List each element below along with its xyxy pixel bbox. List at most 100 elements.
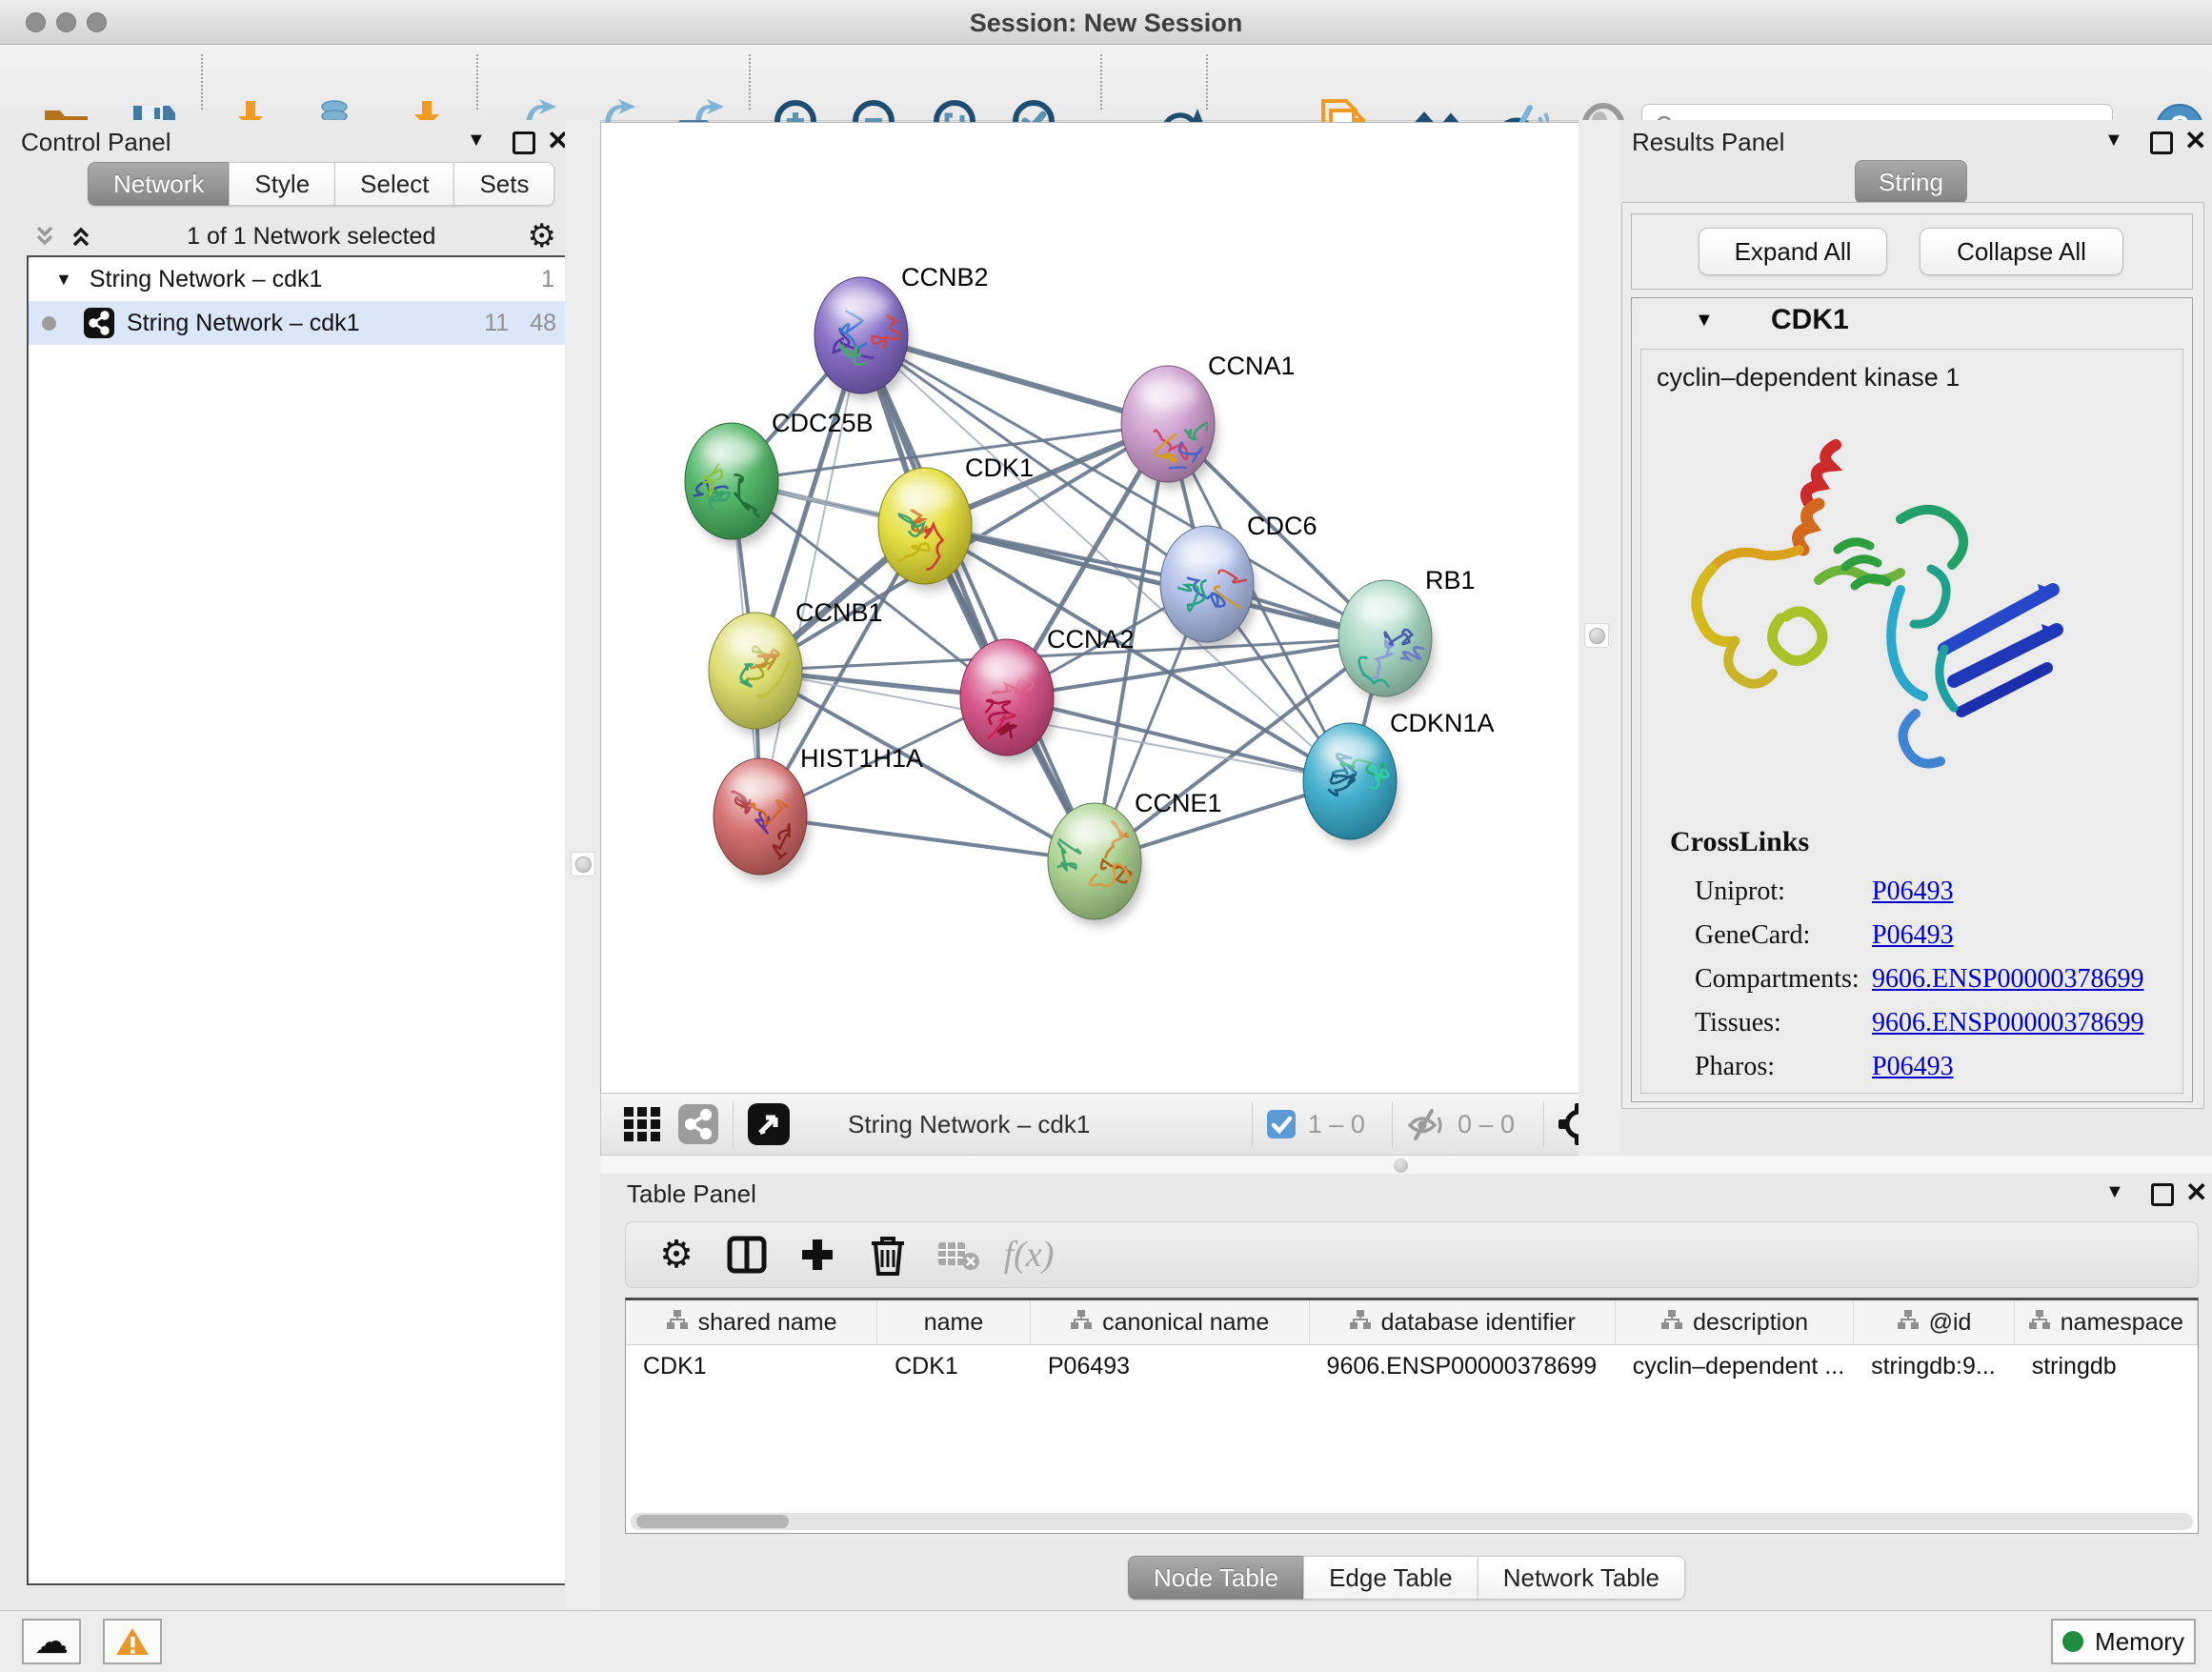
table-options-gear-icon[interactable]: ⚙ bbox=[641, 1233, 712, 1277]
table-cell[interactable]: CDK1 bbox=[877, 1345, 1031, 1388]
network-tree-root-row[interactable]: ▼ String Network – cdk1 1 bbox=[29, 257, 568, 301]
toolbar-separator bbox=[733, 1101, 734, 1147]
column-header-canonical-name[interactable]: canonical name bbox=[1031, 1300, 1310, 1344]
table-horizontal-scrollbar[interactable] bbox=[631, 1513, 2193, 1530]
toolbar-separator bbox=[1252, 1101, 1253, 1147]
table-cell[interactable]: stringdb bbox=[2015, 1345, 2198, 1388]
results-panel-collapse-icon[interactable]: ▼ bbox=[2104, 130, 2123, 151]
warnings-button[interactable] bbox=[103, 1619, 162, 1664]
network-node-CDC25B[interactable]: CDC25B bbox=[674, 409, 874, 546]
app-window: Session: New Session bbox=[0, 0, 2212, 1671]
table-cell[interactable]: 9606.ENSP00000378699 bbox=[1310, 1345, 1616, 1388]
tab-network[interactable]: Network bbox=[88, 162, 230, 206]
tab-sets[interactable]: Sets bbox=[453, 162, 554, 206]
column-header-description[interactable]: description bbox=[1616, 1300, 1854, 1344]
crosslink-link[interactable]: 9606.ENSP00000378699 bbox=[1872, 964, 2143, 995]
tab-string[interactable]: String bbox=[1855, 160, 1967, 204]
network-node-CCNA1[interactable]: CCNA1 bbox=[1121, 352, 1296, 489]
table-cell[interactable]: P06493 bbox=[1031, 1345, 1310, 1388]
node-label-RB1: RB1 bbox=[1425, 566, 1476, 594]
network-item-label: String Network – cdk1 bbox=[127, 310, 360, 337]
column-header-namespace[interactable]: namespace bbox=[2015, 1300, 2198, 1344]
grid-view-icon[interactable] bbox=[622, 1103, 664, 1145]
horizontal-splitter[interactable] bbox=[600, 1156, 2212, 1175]
left-splitter[interactable] bbox=[565, 120, 601, 1610]
create-column-icon[interactable] bbox=[782, 1236, 853, 1274]
expand-all-button[interactable]: Expand All bbox=[1699, 228, 1887, 275]
network-selection-summary: 1 of 1 Network selected bbox=[95, 223, 528, 251]
column-type-icon bbox=[1349, 1308, 1372, 1338]
column-header-shared-name[interactable]: shared name bbox=[626, 1300, 877, 1344]
results-panel-float-icon[interactable] bbox=[2150, 131, 2173, 154]
control-panel-collapse-icon[interactable]: ▼ bbox=[467, 130, 486, 151]
memory-button[interactable]: Memory bbox=[2051, 1619, 2196, 1664]
network-selector-bar: 1 of 1 Network selected ⚙ bbox=[27, 217, 566, 255]
column-header-label: @id bbox=[1929, 1309, 1972, 1337]
column-type-icon bbox=[1070, 1308, 1093, 1338]
crosslink-link[interactable]: 9606.ENSP00000378699 bbox=[1872, 1008, 2143, 1038]
node-label-HIST1H1A: HIST1H1A bbox=[800, 744, 923, 773]
results-panel-close-icon[interactable]: ✕ bbox=[2184, 128, 2206, 154]
table-cell[interactable]: cyclin–dependent ... bbox=[1616, 1345, 1854, 1388]
network-node-RB1[interactable]: RB1 bbox=[1338, 566, 1476, 713]
show-columns-icon[interactable] bbox=[712, 1235, 782, 1275]
right-splitter[interactable] bbox=[1579, 120, 1622, 1158]
tab-edge-table[interactable]: Edge Table bbox=[1303, 1556, 1478, 1600]
cloud-status-button[interactable]: ☁ bbox=[22, 1619, 81, 1664]
network-tree-child-row[interactable]: String Network – cdk1 11 48 bbox=[29, 301, 568, 345]
right-splitter-grip[interactable] bbox=[1584, 623, 1609, 648]
table-cell[interactable]: CDK1 bbox=[626, 1345, 877, 1388]
crosslink-link[interactable]: P06493 bbox=[1872, 876, 1954, 907]
tree-expander-icon[interactable]: ▼ bbox=[55, 270, 72, 290]
network-node-CCNA2[interactable]: CCNA2 bbox=[960, 625, 1135, 762]
selected-checkbox-icon[interactable] bbox=[1266, 1109, 1297, 1139]
horizontal-splitter-grip[interactable] bbox=[1394, 1158, 1408, 1173]
status-bar: ☁ Memory bbox=[0, 1610, 2212, 1672]
table-panel-collapse-icon[interactable]: ▼ bbox=[2105, 1181, 2124, 1203]
table-scrollbar-thumb[interactable] bbox=[636, 1515, 789, 1528]
network-node-HIST1H1A[interactable]: HIST1H1A bbox=[714, 744, 923, 881]
network-node-CCNB2[interactable]: CCNB2 bbox=[814, 263, 989, 400]
tab-node-table[interactable]: Node Table bbox=[1128, 1556, 1304, 1600]
column-header-label: description bbox=[1693, 1309, 1808, 1337]
network-node-CCNE1[interactable]: CCNE1 bbox=[1048, 789, 1222, 926]
table-header-row: shared namenamecanonical namedatabase id… bbox=[626, 1300, 2198, 1345]
crosslink-link[interactable]: P06493 bbox=[1872, 920, 1954, 951]
crosslink-row: Compartments:9606.ENSP00000378699 bbox=[1695, 957, 2171, 1001]
network-edge-count: 48 bbox=[530, 310, 556, 337]
table-panel-float-icon[interactable] bbox=[2151, 1183, 2174, 1206]
control-panel-float-icon[interactable] bbox=[513, 131, 535, 154]
column-header--id[interactable]: @id bbox=[1854, 1300, 2015, 1344]
crosslink-link[interactable]: P06493 bbox=[1872, 1052, 1954, 1082]
gene-section-expander-icon[interactable]: ▼ bbox=[1695, 310, 1714, 332]
left-splitter-grip[interactable] bbox=[571, 852, 595, 876]
current-network-indicator-dot bbox=[42, 316, 56, 331]
node-label-CDC25B: CDC25B bbox=[772, 409, 874, 437]
network-options-gear-icon[interactable]: ⚙ bbox=[528, 217, 556, 255]
tab-style[interactable]: Style bbox=[229, 162, 335, 206]
network-node-CDK1[interactable]: CDK1 bbox=[878, 453, 1034, 591]
column-header-name[interactable]: name bbox=[877, 1300, 1031, 1344]
network-canvas[interactable]: CCNB2CCNA1CDC25BCDK1CDC6RB1CCNB1CCNA2CDK… bbox=[600, 122, 1579, 1094]
expand-all-trees-icon[interactable] bbox=[67, 222, 95, 251]
network-node-CDC6[interactable]: CDC6 bbox=[1160, 512, 1317, 649]
table-row[interactable]: CDK1CDK1P064939606.ENSP00000378699cyclin… bbox=[626, 1345, 2198, 1388]
column-type-icon bbox=[666, 1308, 689, 1338]
column-header-label: namespace bbox=[2061, 1309, 2183, 1337]
single-view-share-icon[interactable] bbox=[677, 1103, 719, 1145]
toolbar-separator bbox=[1100, 54, 1102, 110]
collapse-all-button[interactable]: Collapse All bbox=[1920, 228, 2123, 275]
delete-column-trash-icon[interactable] bbox=[853, 1234, 923, 1276]
tab-network-table[interactable]: Network Table bbox=[1478, 1556, 1685, 1600]
toolbar-separator bbox=[476, 54, 478, 110]
collapse-all-trees-icon[interactable] bbox=[30, 222, 59, 251]
detach-view-icon[interactable] bbox=[747, 1102, 791, 1146]
toolbar-separator bbox=[1392, 1101, 1393, 1147]
column-header-database-identifier[interactable]: database identifier bbox=[1310, 1300, 1616, 1344]
network-node-CDKN1A[interactable]: CDKN1A bbox=[1303, 709, 1495, 846]
tab-select[interactable]: Select bbox=[334, 162, 454, 206]
node-label-CDC6: CDC6 bbox=[1247, 512, 1317, 540]
table-cell[interactable]: stringdb:9... bbox=[1854, 1345, 2015, 1388]
toolbar-separator bbox=[201, 54, 203, 110]
table-panel-close-icon[interactable]: ✕ bbox=[2185, 1179, 2207, 1206]
